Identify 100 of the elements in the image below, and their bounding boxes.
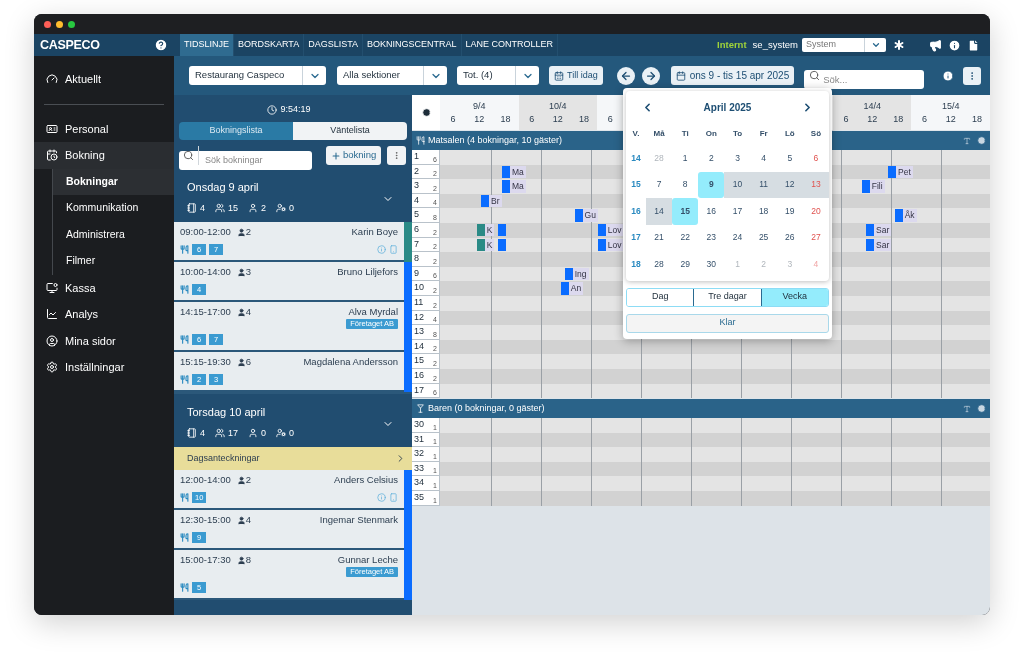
booking-bar[interactable] [560,282,569,295]
calendar-day[interactable]: 26 [776,224,803,251]
calendar-day[interactable]: 27 [802,224,829,251]
info-icon[interactable] [942,69,955,82]
calendar-day[interactable]: 10 [724,171,751,198]
calendar-day[interactable]: 17 [724,198,751,225]
close-button[interactable] [44,20,51,28]
guest-count: 2 [245,473,251,488]
calendar-day[interactable]: 19 [776,198,803,225]
week-column-label: V. [631,128,641,140]
sidebar-subitem[interactable]: Filmer [53,248,174,275]
date-range-button[interactable]: ons 9 - tis 15 apr 2025 [670,66,795,85]
calendar-day[interactable]: 22 [672,224,699,251]
calendar-day[interactable]: 14 [646,198,673,225]
booking-search-field[interactable]: Sök bokningar [179,150,312,170]
booking-bar[interactable] [502,165,510,179]
guest-count: 6 [245,355,251,370]
next-button[interactable] [641,66,660,85]
calendar-day[interactable]: 11 [750,171,777,198]
calendar-day[interactable]: 18 [750,198,777,225]
calendar-day[interactable]: 21 [646,224,673,251]
booking-bar[interactable] [481,194,490,208]
sidebar-item[interactable]: Kassa [34,274,174,301]
today-button[interactable]: Till idag [549,66,603,85]
booking-bar[interactable] [564,267,573,281]
booking-bar[interactable] [476,223,485,237]
calendar-day[interactable]: 28 [646,251,673,278]
sidebar-item[interactable]: Inställningar [34,354,174,381]
sidebar-item[interactable]: Mina sidor [34,327,174,354]
calendar-day[interactable]: 23 [698,224,725,251]
search-field[interactable]: Sök... [804,70,925,89]
booking-bar[interactable] [497,223,506,237]
megaphone-icon[interactable] [929,38,942,52]
help-icon[interactable] [154,38,168,52]
calendar-day[interactable]: 12 [776,171,803,198]
calendar-day[interactable]: 24 [724,224,751,251]
add-booking-button[interactable]: bokning [326,146,382,165]
calendar-day[interactable]: 20 [802,198,829,225]
sidebar-item[interactable]: Bokning [34,142,174,169]
minimize-button[interactable] [56,20,63,28]
sidebar-subitem[interactable]: Kommunikation [53,195,174,222]
calendar-day[interactable]: 8 [672,171,699,198]
calendar-day[interactable]: 25 [750,224,777,251]
sidebar-item[interactable]: Analys [34,301,174,328]
booking-bar[interactable] [866,238,875,252]
restaurant-select[interactable]: Restaurang Caspeco [189,66,326,85]
calendar-day[interactable]: 16 [698,198,725,225]
booking-label[interactable]: K [484,238,495,252]
user-icon [248,428,259,439]
booking-bar[interactable] [894,209,903,222]
list-tab[interactable]: Bokningslista [179,122,293,140]
zoom-button[interactable] [68,20,75,28]
guest-count: 3 [245,265,251,280]
booking-bar[interactable] [574,209,583,222]
booking-time: 10:00-14:00 [180,265,231,280]
week-number: 18 [630,257,642,271]
monitor-icon [46,281,58,294]
guest-name: Anders Celsius [334,473,398,488]
document-icon[interactable] [967,38,980,52]
booking-bar[interactable] [597,223,606,237]
sidebar-subitem[interactable]: Administrera [53,221,174,248]
role-select[interactable]: System [802,38,886,52]
section-select[interactable]: Alla sektioner [337,66,447,85]
booking-bar[interactable] [497,238,506,252]
sidebar-item[interactable]: Aktuellt [34,66,174,93]
calendar-day[interactable]: 15 [672,198,699,225]
person-icon [236,556,246,565]
text-size-icon[interactable] [963,136,971,145]
text-size-icon[interactable] [963,404,971,413]
booking-label[interactable]: Ma [510,165,526,179]
more-button[interactable] [963,66,982,85]
done-button[interactable]: Klar [626,313,829,333]
weekday-label: Fr [758,128,769,140]
booking-label[interactable]: Pet [896,165,913,179]
booking-label[interactable]: Br [489,194,502,208]
booking-bar[interactable] [888,165,897,179]
sidebar-subitem[interactable]: Bokningar [53,168,174,195]
sidebar-item[interactable]: Personal [34,115,174,142]
booking-bar[interactable] [597,238,606,252]
calendar-day[interactable]: 30 [698,251,725,278]
booking-label[interactable]: Ma [510,180,526,193]
view-toggle[interactable]: Vecka [760,288,828,306]
booking-label[interactable]: Sar [874,223,892,237]
calendar-day[interactable]: 7 [646,171,673,198]
booking-bar[interactable] [866,223,875,237]
booking-bar[interactable] [861,180,870,193]
day-notes-bar[interactable]: Dagsanteckningar [174,447,412,470]
calendar-day[interactable]: 29 [672,251,699,278]
list-tab[interactable]: Väntelista [293,122,407,140]
booking-label[interactable]: K [484,223,495,237]
total-select[interactable]: Tot. (4) [457,66,539,85]
nav-tab[interactable]: TIDSLINJE [180,34,234,56]
info-icon[interactable] [948,38,961,52]
person-icon [236,476,246,485]
booking-bar[interactable] [476,238,485,252]
booking-label[interactable]: Sar [874,238,892,252]
more-button[interactable] [387,146,407,165]
day-title: Onsdag 9 april [187,180,260,195]
previous-button[interactable] [616,66,635,85]
calendar-day[interactable]: 9 [698,171,725,198]
